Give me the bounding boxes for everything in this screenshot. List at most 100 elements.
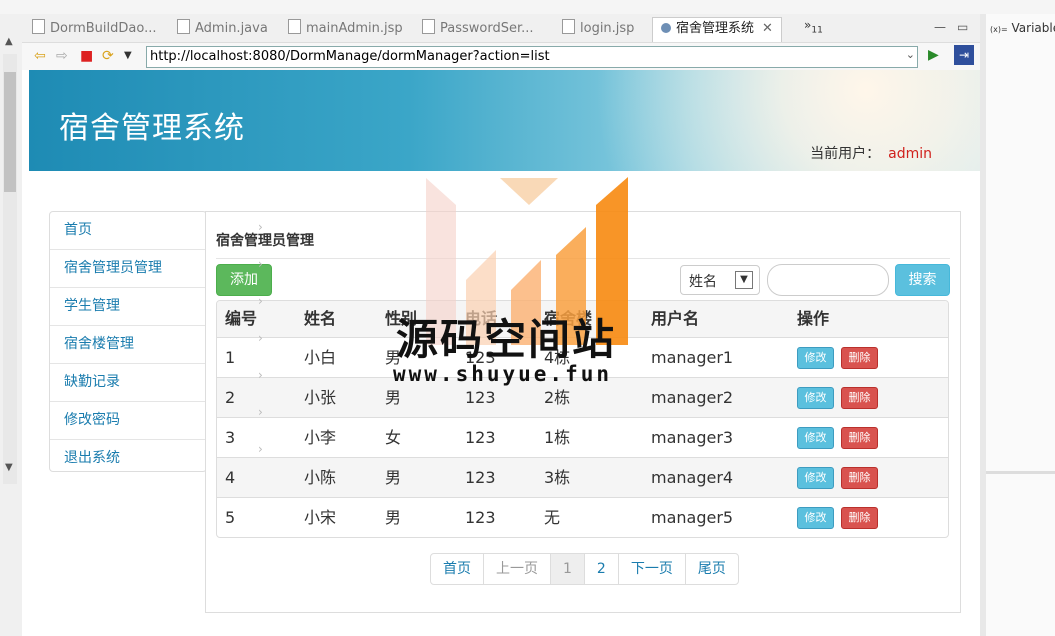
pagination: 首页 上一页 1 2 下一页 尾页	[430, 553, 739, 585]
current-user: 当前用户： admin	[810, 146, 932, 162]
left-gutter: ▲ ▼	[0, 14, 23, 636]
edit-button[interactable]: 修改	[797, 387, 834, 409]
tab-dormbuilddao[interactable]: DormBuildDao...	[32, 18, 156, 40]
cell-id: 1	[225, 348, 236, 367]
cell-building: 无	[544, 508, 561, 527]
sidebar-item-password[interactable]: 修改密码	[50, 402, 206, 440]
cell-name: 小陈	[304, 468, 337, 487]
cell-id: 2	[225, 388, 236, 407]
delete-button[interactable]: 删除	[841, 427, 878, 449]
cell-id: 3	[225, 428, 236, 447]
forward-icon[interactable]: ⇨	[56, 48, 68, 64]
page-1[interactable]: 1	[550, 554, 584, 584]
delete-button[interactable]: 删除	[841, 347, 878, 369]
cell-tel: 123	[465, 428, 496, 447]
tab-login-jsp[interactable]: login.jsp	[562, 18, 634, 40]
java-file-icon	[177, 19, 190, 34]
column-header: 操作	[797, 309, 830, 328]
tab-admin-java[interactable]: Admin.java	[177, 18, 268, 40]
chevron-right-icon: ›	[258, 405, 263, 419]
cell-name: 小张	[304, 388, 337, 407]
chevron-right-icon: ›	[258, 368, 263, 382]
page-prev[interactable]: 上一页	[483, 554, 550, 584]
close-icon[interactable]: ✕	[762, 21, 773, 36]
go-icon[interactable]: ▶	[928, 47, 939, 63]
cell-username: manager4	[651, 468, 734, 487]
current-user-name: admin	[888, 146, 932, 162]
search-field-select[interactable]: 姓名 ▼	[680, 265, 760, 295]
panel-divider	[986, 471, 1055, 474]
refresh-icon[interactable]: ⟳	[102, 48, 114, 64]
scroll-down-icon[interactable]: ▼	[5, 462, 13, 473]
cell-building: 1栋	[544, 428, 571, 447]
jsp-file-icon	[562, 19, 575, 34]
table-row: 4 小陈 男 123 3栋 manager4 修改 删除	[217, 457, 948, 497]
column-header: 姓名	[304, 309, 337, 328]
tab-passwordser[interactable]: PasswordSer...	[422, 18, 534, 40]
sidebar-item-buildings[interactable]: 宿舍楼管理	[50, 326, 206, 364]
cell-username: manager3	[651, 428, 734, 447]
page-2[interactable]: 2	[583, 554, 618, 584]
edit-button[interactable]: 修改	[797, 507, 834, 529]
scroll-up-icon[interactable]: ▲	[5, 36, 13, 47]
edit-button[interactable]: 修改	[797, 467, 834, 489]
editor-tabbar: DormBuildDao... Admin.java mainAdmin.jsp…	[22, 14, 980, 43]
delete-button[interactable]: 删除	[841, 467, 878, 489]
sidebar-item-students[interactable]: 学生管理	[50, 288, 206, 326]
ide-toolbar	[0, 0, 1055, 14]
maximize-icon[interactable]: ▭	[957, 20, 968, 34]
site-title: 宿舍管理系统	[59, 111, 245, 146]
cell-name: 小宋	[304, 508, 337, 527]
tab-mainadmin-jsp[interactable]: mainAdmin.jsp	[288, 18, 403, 40]
chevron-right-icon: ›	[258, 257, 263, 271]
globe-icon	[661, 23, 671, 33]
delete-button[interactable]: 删除	[841, 507, 878, 529]
sidebar-item-logout[interactable]: 退出系统	[50, 440, 206, 477]
tab-browser-active[interactable]: 宿舍管理系统 ✕	[652, 17, 782, 42]
watermark-url: www.shuyue.fun	[393, 362, 613, 386]
cell-sex: 男	[385, 508, 402, 527]
jsp-file-icon	[288, 19, 301, 34]
java-file-icon	[422, 19, 435, 34]
stop-icon[interactable]: ■	[80, 48, 93, 64]
cell-username: manager2	[651, 388, 734, 407]
site-header: 宿舍管理系统 当前用户： admin	[29, 70, 980, 171]
chevron-down-icon[interactable]: ▼	[124, 48, 132, 64]
tab-overflow-button[interactable]: »11	[804, 18, 823, 35]
chevron-down-icon[interactable]: ⌄	[906, 48, 915, 61]
chevron-right-icon: ›	[258, 331, 263, 345]
cell-name: 小李	[304, 428, 337, 447]
edit-button[interactable]: 修改	[797, 347, 834, 369]
minimize-icon[interactable]: —	[934, 20, 946, 34]
open-external-icon[interactable]: ⇥	[954, 45, 974, 65]
page-next[interactable]: 下一页	[617, 554, 685, 584]
variables-tab[interactable]: (x)= Variable	[990, 21, 1055, 35]
column-header: 用户名	[651, 309, 700, 328]
sidebar-nav: 首页 宿舍管理员管理 学生管理 宿舍楼管理 缺勤记录 修改密码 退出系统	[49, 211, 207, 472]
watermark-text: 源码空间站	[396, 315, 617, 364]
cell-building: 3栋	[544, 468, 571, 487]
add-button[interactable]: 添加	[216, 264, 272, 296]
cell-sex: 男	[385, 468, 402, 487]
sidebar-item-dorm-managers[interactable]: 宿舍管理员管理	[50, 250, 206, 288]
search-input[interactable]	[767, 264, 889, 296]
main-panel: 宿舍管理员管理 添加 姓名 ▼ 搜索 编号 姓名 性别 电话 宿舍楼 用户名 操…	[205, 211, 961, 613]
scrollbar-thumb[interactable]	[4, 72, 16, 192]
url-input[interactable]: http://localhost:8080/DormManage/dormMan…	[146, 46, 918, 68]
table-row: 3 小李 女 123 1栋 manager3 修改 删除	[217, 417, 948, 457]
sidebar-item-absence[interactable]: 缺勤记录	[50, 364, 206, 402]
sidebar-item-home[interactable]: 首页	[50, 212, 206, 250]
variables-panel: (x)= Variable	[980, 14, 1055, 636]
search-button[interactable]: 搜索	[895, 264, 950, 296]
edit-button[interactable]: 修改	[797, 427, 834, 449]
page-first[interactable]: 首页	[431, 554, 483, 584]
page-title: 宿舍管理员管理	[216, 233, 314, 249]
table-row: 5 小宋 男 123 无 manager5 修改 删除	[217, 497, 948, 537]
java-file-icon	[32, 19, 45, 34]
back-icon[interactable]: ⇦	[34, 48, 46, 64]
delete-button[interactable]: 删除	[841, 387, 878, 409]
page-last[interactable]: 尾页	[684, 554, 738, 584]
chevron-right-icon: ›	[258, 442, 263, 456]
cell-tel: 123	[465, 508, 496, 527]
chevron-down-icon: ▼	[735, 271, 753, 289]
